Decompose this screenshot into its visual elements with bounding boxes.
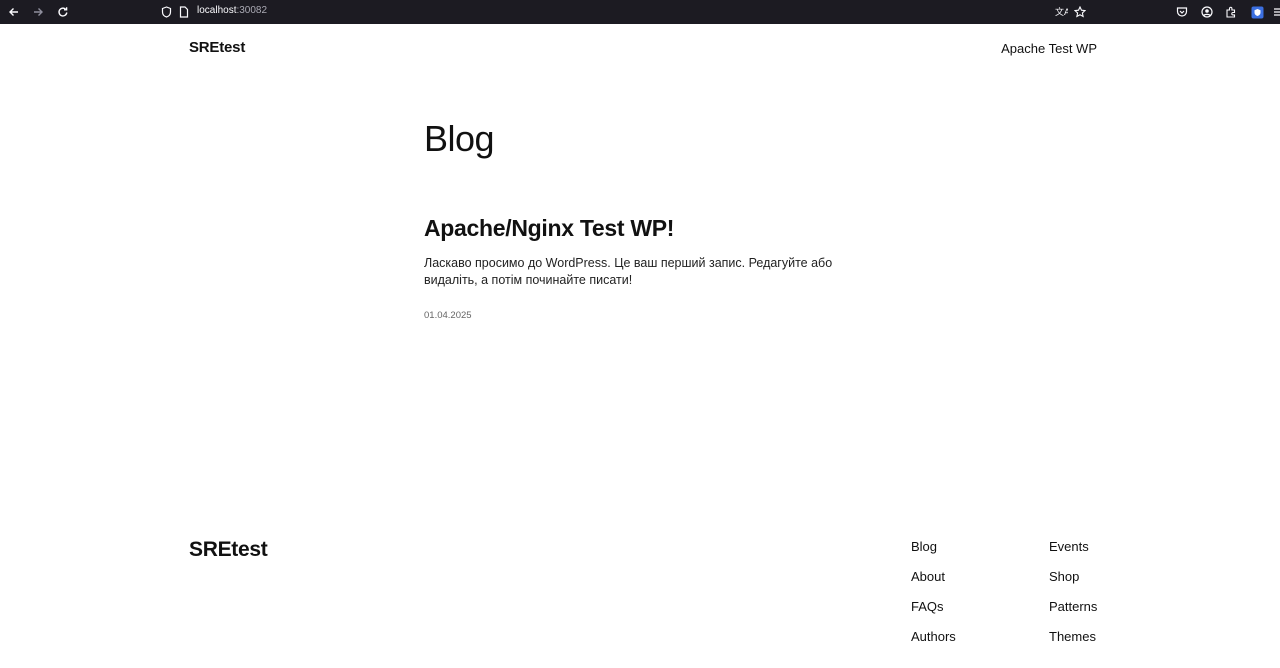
footer-link-about[interactable]: About [911, 568, 956, 598]
extension-badge-icon[interactable] [1248, 3, 1266, 21]
site-title[interactable]: SREtest [189, 39, 245, 56]
footer-nav-column-1: Blog About FAQs Authors [911, 538, 956, 658]
pocket-icon[interactable] [1173, 3, 1191, 21]
footer-link-shop[interactable]: Shop [1049, 568, 1097, 598]
bookmark-star-icon[interactable] [1071, 3, 1089, 21]
menu-icon[interactable] [1268, 3, 1280, 21]
url-text[interactable]: localhost:30082 [197, 5, 267, 16]
footer-link-faqs[interactable]: FAQs [911, 598, 956, 628]
account-icon[interactable] [1198, 3, 1216, 21]
url-bar[interactable] [152, 1, 1092, 21]
post-date[interactable]: 01.04.2025 [424, 310, 472, 321]
footer-nav-column-2: Events Shop Patterns Themes [1049, 538, 1097, 658]
svg-text:文A: 文A [1055, 6, 1068, 18]
forward-arrow-icon[interactable] [29, 3, 47, 21]
reload-icon[interactable] [54, 3, 72, 21]
footer-link-blog[interactable]: Blog [911, 538, 956, 568]
footer-link-patterns[interactable]: Patterns [1049, 598, 1097, 628]
browser-toolbar: localhost:30082 文A [0, 0, 1280, 24]
translate-icon[interactable]: 文A [1052, 3, 1070, 21]
footer-link-authors[interactable]: Authors [911, 628, 956, 658]
footer-site-title[interactable]: SREtest [189, 538, 268, 562]
header-nav-link[interactable]: Apache Test WP [1001, 41, 1097, 56]
back-arrow-icon[interactable] [5, 3, 23, 21]
post-excerpt: Ласкаво просимо до WordPress. Це ваш пер… [424, 256, 833, 287]
extensions-icon[interactable] [1222, 3, 1240, 21]
shield-icon[interactable] [157, 3, 175, 21]
post-title[interactable]: Apache/Nginx Test WP! [424, 215, 674, 242]
page-title: Blog [424, 118, 495, 159]
footer-link-events[interactable]: Events [1049, 538, 1097, 568]
page-icon[interactable] [175, 3, 193, 21]
footer-link-themes[interactable]: Themes [1049, 628, 1097, 658]
